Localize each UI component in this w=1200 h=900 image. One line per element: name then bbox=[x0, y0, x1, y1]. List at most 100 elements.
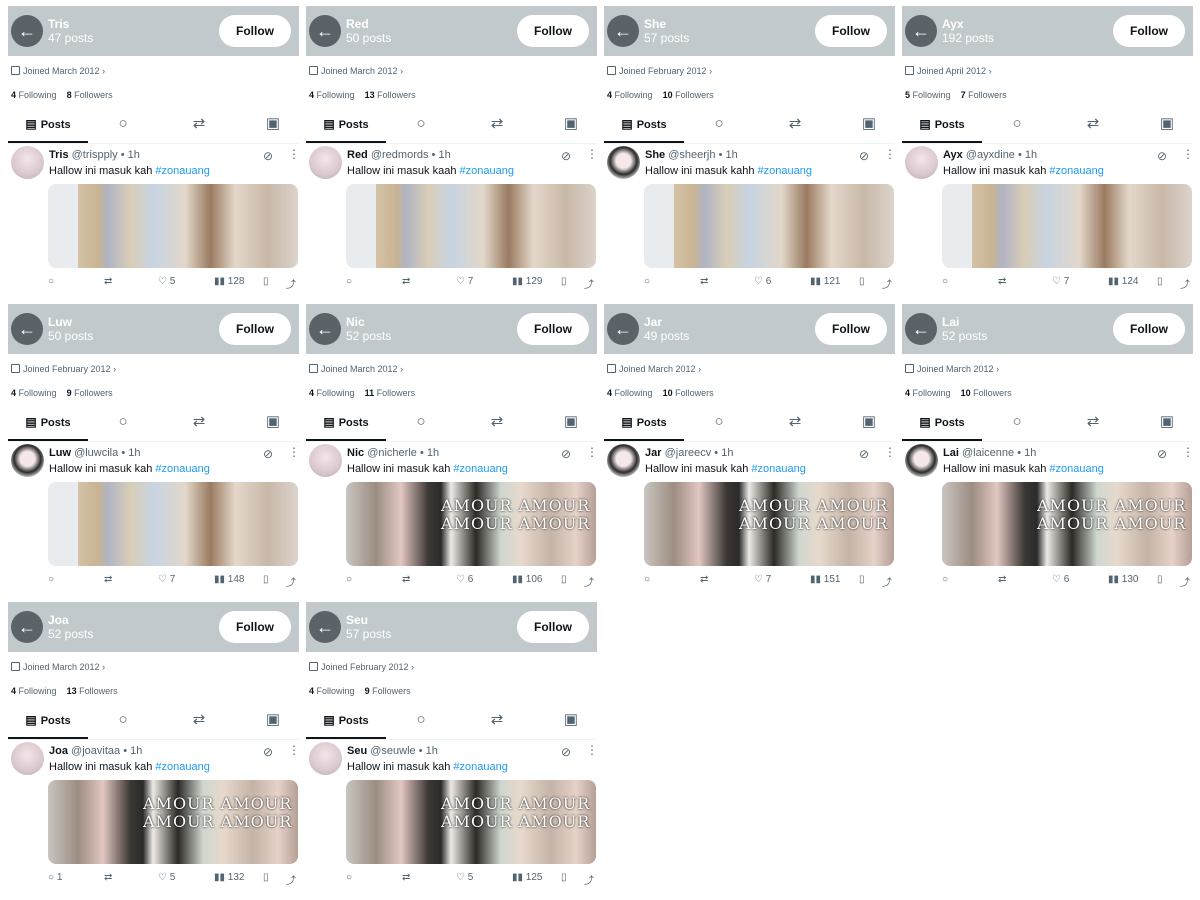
avatar[interactable] bbox=[309, 444, 342, 477]
retweet-icon[interactable]: ⇄ bbox=[402, 872, 410, 883]
follow-counts[interactable]: 4 Following 9 Followers bbox=[309, 686, 411, 696]
tab-posts[interactable]: ▤ Posts bbox=[306, 705, 386, 739]
media-tab-icon[interactable]: ▣ bbox=[854, 407, 884, 441]
reply-icon[interactable]: ○ bbox=[48, 276, 54, 287]
hashtag-link[interactable]: #zonauang bbox=[155, 761, 209, 773]
share-icon[interactable]: ⤴ bbox=[1180, 276, 1190, 291]
tab-posts[interactable]: ▤ Posts bbox=[8, 407, 88, 441]
post-media[interactable]: AMOUR AMOUR AMOUR AMOUR bbox=[942, 482, 1192, 566]
media-tab-icon[interactable]: ▣ bbox=[1152, 407, 1182, 441]
hashtag-link[interactable]: #zonauang bbox=[453, 463, 507, 475]
views-icon[interactable]: ▮▮ 106 bbox=[512, 574, 542, 585]
follow-counts[interactable]: 4 Following 8 Followers bbox=[11, 90, 113, 100]
heart-icon[interactable]: ♡ 7 bbox=[158, 574, 175, 585]
heart-icon[interactable]: ♡ 7 bbox=[1052, 276, 1069, 287]
retweet-icon[interactable]: ⇄ bbox=[104, 872, 112, 883]
follow-button[interactable]: Follow bbox=[517, 313, 589, 345]
reposts-tab-icon[interactable]: ⇄ bbox=[1078, 109, 1108, 143]
grok-icon[interactable]: ⊘ bbox=[263, 745, 273, 759]
follow-button[interactable]: Follow bbox=[219, 313, 291, 345]
reposts-tab-icon[interactable]: ⇄ bbox=[482, 407, 512, 441]
views-icon[interactable]: ▮▮ 148 bbox=[214, 574, 244, 585]
media-tab-icon[interactable]: ▣ bbox=[1152, 109, 1182, 143]
post-media[interactable] bbox=[644, 184, 894, 268]
more-icon[interactable]: ⋮ bbox=[1182, 147, 1193, 161]
reply-icon[interactable]: ○ bbox=[644, 276, 650, 287]
media-tab-icon[interactable]: ▣ bbox=[258, 705, 288, 739]
share-icon[interactable]: ⤴ bbox=[882, 276, 892, 291]
more-icon[interactable]: ⋮ bbox=[586, 445, 597, 459]
media-tab-icon[interactable]: ▣ bbox=[258, 109, 288, 143]
reposts-tab-icon[interactable]: ⇄ bbox=[780, 109, 810, 143]
reply-icon[interactable]: ○ bbox=[644, 574, 650, 585]
replies-tab-icon[interactable]: ○ bbox=[406, 109, 436, 143]
views-icon[interactable]: ▮▮ 132 bbox=[214, 872, 244, 883]
more-icon[interactable]: ⋮ bbox=[288, 147, 299, 161]
retweet-icon[interactable]: ⇄ bbox=[998, 574, 1006, 585]
follow-button[interactable]: Follow bbox=[517, 15, 589, 47]
media-tab-icon[interactable]: ▣ bbox=[556, 705, 586, 739]
views-icon[interactable]: ▮▮ 130 bbox=[1108, 574, 1138, 585]
share-icon[interactable]: ⤴ bbox=[584, 872, 594, 887]
share-icon[interactable]: ⤴ bbox=[882, 574, 892, 589]
share-icon[interactable]: ⤴ bbox=[1180, 574, 1190, 589]
retweet-icon[interactable]: ⇄ bbox=[700, 276, 708, 287]
media-tab-icon[interactable]: ▣ bbox=[556, 407, 586, 441]
reposts-tab-icon[interactable]: ⇄ bbox=[184, 705, 214, 739]
post-media[interactable]: AMOUR AMOUR AMOUR AMOUR bbox=[644, 482, 894, 566]
heart-icon[interactable]: ♡ 5 bbox=[158, 872, 175, 883]
avatar[interactable] bbox=[11, 444, 44, 477]
bookmark-icon[interactable]: ▯ bbox=[263, 872, 269, 883]
more-icon[interactable]: ⋮ bbox=[288, 445, 299, 459]
share-icon[interactable]: ⤴ bbox=[584, 574, 594, 589]
bookmark-icon[interactable]: ▯ bbox=[561, 872, 567, 883]
post-media[interactable] bbox=[942, 184, 1192, 268]
avatar[interactable] bbox=[905, 444, 938, 477]
follow-counts[interactable]: 5 Following 7 Followers bbox=[905, 90, 1007, 100]
retweet-icon[interactable]: ⇄ bbox=[402, 276, 410, 287]
tab-posts[interactable]: ▤ Posts bbox=[306, 109, 386, 143]
tab-posts[interactable]: ▤ Posts bbox=[604, 407, 684, 441]
avatar[interactable] bbox=[11, 742, 44, 775]
hashtag-link[interactable]: #zonauang bbox=[1049, 165, 1103, 177]
more-icon[interactable]: ⋮ bbox=[586, 743, 597, 757]
retweet-icon[interactable]: ⇄ bbox=[104, 276, 112, 287]
hashtag-link[interactable]: #zonauang bbox=[155, 165, 209, 177]
back-arrow-icon[interactable]: ← bbox=[11, 15, 43, 47]
tab-posts[interactable]: ▤ Posts bbox=[8, 109, 88, 143]
reposts-tab-icon[interactable]: ⇄ bbox=[482, 109, 512, 143]
reposts-tab-icon[interactable]: ⇄ bbox=[780, 407, 810, 441]
follow-counts[interactable]: 4 Following 9 Followers bbox=[11, 388, 113, 398]
post-media[interactable] bbox=[48, 482, 298, 566]
hashtag-link[interactable]: #zonauang bbox=[1049, 463, 1103, 475]
avatar[interactable] bbox=[607, 444, 640, 477]
reply-icon[interactable]: ○ 1 bbox=[48, 872, 62, 883]
avatar[interactable] bbox=[905, 146, 938, 179]
reposts-tab-icon[interactable]: ⇄ bbox=[482, 705, 512, 739]
bookmark-icon[interactable]: ▯ bbox=[263, 276, 269, 287]
bookmark-icon[interactable]: ▯ bbox=[263, 574, 269, 585]
reposts-tab-icon[interactable]: ⇄ bbox=[184, 109, 214, 143]
media-tab-icon[interactable]: ▣ bbox=[258, 407, 288, 441]
reposts-tab-icon[interactable]: ⇄ bbox=[1078, 407, 1108, 441]
bookmark-icon[interactable]: ▯ bbox=[561, 276, 567, 287]
grok-icon[interactable]: ⊘ bbox=[561, 745, 571, 759]
heart-icon[interactable]: ♡ 6 bbox=[1052, 574, 1069, 585]
hashtag-link[interactable]: #zonauang bbox=[155, 463, 209, 475]
bookmark-icon[interactable]: ▯ bbox=[1157, 276, 1163, 287]
follow-button[interactable]: Follow bbox=[219, 15, 291, 47]
bookmark-icon[interactable]: ▯ bbox=[859, 574, 865, 585]
back-arrow-icon[interactable]: ← bbox=[905, 313, 937, 345]
back-arrow-icon[interactable]: ← bbox=[11, 313, 43, 345]
reply-icon[interactable]: ○ bbox=[346, 872, 352, 883]
views-icon[interactable]: ▮▮ 129 bbox=[512, 276, 542, 287]
tab-posts[interactable]: ▤ Posts bbox=[902, 407, 982, 441]
grok-icon[interactable]: ⊘ bbox=[859, 447, 869, 461]
back-arrow-icon[interactable]: ← bbox=[309, 611, 341, 643]
share-icon[interactable]: ⤴ bbox=[584, 276, 594, 291]
grok-icon[interactable]: ⊘ bbox=[1157, 149, 1167, 163]
follow-counts[interactable]: 4 Following 13 Followers bbox=[11, 686, 118, 696]
back-arrow-icon[interactable]: ← bbox=[607, 15, 639, 47]
grok-icon[interactable]: ⊘ bbox=[263, 149, 273, 163]
follow-button[interactable]: Follow bbox=[1113, 15, 1185, 47]
